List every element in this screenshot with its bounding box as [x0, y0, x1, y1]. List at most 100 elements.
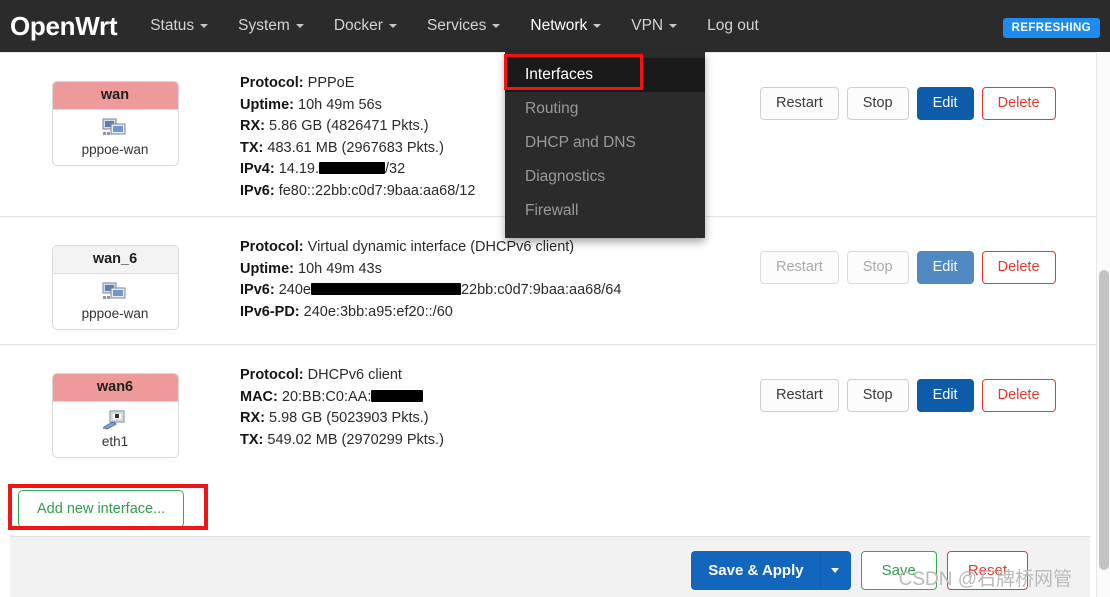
dropdown-item-firewall[interactable]: Firewall — [505, 194, 705, 228]
info-key: Protocol: — [240, 239, 304, 255]
scrollbar-thumb[interactable] — [1099, 270, 1109, 570]
info-key: IPv4: — [240, 161, 275, 177]
info-key: TX: — [240, 431, 264, 448]
info-rx: RX: 5.98 GB (5023903 Pkts.) — [240, 408, 760, 430]
chevron-down-icon — [200, 24, 209, 28]
interface-device-label: pppoe-wan — [81, 142, 149, 157]
interface-name: wan6 — [52, 374, 178, 402]
network-interface-icon — [102, 282, 126, 299]
stop-button[interactable]: Stop — [846, 251, 909, 284]
edit-button[interactable]: Edit — [916, 379, 974, 412]
info-key: Protocol: — [240, 75, 304, 91]
chevron-down-icon — [492, 24, 501, 28]
nav-item-system-label: System — [238, 17, 290, 34]
info-value: Virtual dynamic interface (DHCPv6 client… — [307, 239, 575, 255]
status-badge-refreshing[interactable]: REFRESHING — [1002, 18, 1100, 38]
edit-button[interactable]: Edit — [916, 87, 974, 120]
info-protocol: Protocol: Virtual dynamic interface (DHC… — [240, 237, 760, 259]
interface-badge-wan6[interactable]: wan6 eth1 — [51, 373, 179, 458]
info-value: 20:BB:C0:AA: — [281, 388, 372, 405]
nav-item-network[interactable]: Network — [515, 0, 617, 52]
info-value: 14.19. — [278, 161, 320, 177]
nav-item-status-label: Status — [150, 17, 195, 34]
save-button[interactable]: Save — [860, 551, 937, 590]
info-ipv6-pd: IPv6-PD: 240e:3bb:a95:ef20::/60 — [240, 302, 760, 324]
info-value-suffix: 22bb:c0d7:9baa:aa68/64 — [460, 282, 622, 298]
info-value: 240e — [278, 282, 311, 298]
add-new-interface-button[interactable]: Add new interface... — [18, 490, 185, 528]
info-key: Protocol: — [240, 367, 304, 383]
interface-badge-cell: wan_6 pppoe-wan — [0, 231, 230, 330]
chevron-down-icon — [295, 24, 304, 28]
nav-item-services-label: Services — [426, 17, 487, 34]
delete-button[interactable]: Delete — [981, 87, 1056, 120]
nav-item-docker[interactable]: Docker — [319, 0, 412, 52]
interface-name: wan — [52, 82, 178, 110]
nav-item-services[interactable]: Services — [412, 0, 515, 52]
info-value: 240e:3bb:a95:ef20::/60 — [303, 303, 453, 320]
info-value: 483.61 MB (2967683 Pkts.) — [267, 139, 444, 156]
edit-button[interactable]: Edit — [916, 251, 974, 284]
restart-button[interactable]: Restart — [760, 379, 839, 412]
interface-actions: Restart Stop Edit Delete — [760, 359, 1100, 412]
interface-info: Protocol: DHCPv6 client MAC: 20:BB:C0:AA… — [230, 359, 760, 451]
table-row: wan6 eth1 Protocol: DHCPv6 client MAC: 2… — [0, 344, 1100, 472]
info-mac: MAC: 20:BB:C0:AA: — [240, 387, 760, 409]
interface-badge-body: eth1 — [53, 402, 178, 457]
delete-button[interactable]: Delete — [981, 379, 1056, 412]
info-value: 5.86 GB (4826471 Pkts.) — [269, 118, 429, 134]
footer-buttons: Save & Apply Save Reset — [691, 551, 1028, 590]
interface-actions: Restart Stop Edit Delete — [760, 231, 1100, 284]
delete-button[interactable]: Delete — [981, 251, 1056, 284]
info-key: RX: — [240, 410, 265, 426]
save-and-apply-button[interactable]: Save & Apply — [691, 551, 821, 590]
info-key: TX: — [240, 139, 264, 156]
vertical-scrollbar[interactable] — [1096, 52, 1110, 597]
info-key: MAC: — [240, 388, 278, 405]
stop-button[interactable]: Stop — [846, 379, 909, 412]
interface-actions: Restart Stop Edit Delete — [760, 67, 1100, 120]
interface-name: wan_6 — [52, 246, 178, 274]
network-dropdown-menu: Interfaces Routing DHCP and DNS Diagnost… — [505, 52, 705, 238]
nav-item-system[interactable]: System — [223, 0, 319, 52]
stop-button[interactable]: Stop — [846, 87, 909, 120]
info-uptime: Uptime: 10h 49m 43s — [240, 259, 760, 281]
reset-button[interactable]: Reset — [946, 551, 1028, 590]
nav-item-docker-label: Docker — [333, 17, 383, 34]
nav-item-logout[interactable]: Log out — [692, 0, 774, 52]
interface-badge-wan-6[interactable]: wan_6 pppoe-wan — [51, 245, 179, 330]
info-tx: TX: 549.02 MB (2970299 Pkts.) — [240, 430, 760, 452]
interface-device-label: eth1 — [101, 434, 129, 449]
redaction-bar — [371, 389, 424, 402]
restart-button[interactable]: Restart — [760, 87, 839, 120]
interface-badge-wan[interactable]: wan pppoe-wan — [51, 81, 179, 166]
dropdown-item-routing[interactable]: Routing — [505, 92, 705, 126]
nav-item-vpn[interactable]: VPN — [616, 0, 692, 52]
nav-item-network-label: Network — [530, 17, 588, 34]
network-interface-icon — [102, 118, 126, 135]
chevron-down-icon — [593, 24, 602, 28]
info-key: IPv6: — [240, 282, 275, 298]
save-apply-dropdown-toggle[interactable] — [820, 551, 851, 590]
info-value: 5.98 GB (5023903 Pkts.) — [269, 410, 429, 426]
add-interface-area: Add new interface... — [0, 472, 1100, 530]
info-value-suffix: /32 — [385, 161, 406, 177]
ethernet-icon — [103, 410, 125, 430]
info-protocol: Protocol: DHCPv6 client — [240, 365, 760, 387]
nav-item-logout-label: Log out — [707, 17, 759, 34]
nav-item-status[interactable]: Status — [135, 0, 223, 52]
restart-button[interactable]: Restart — [760, 251, 839, 284]
top-navbar: OpenWrt Status System Docker Services Ne… — [0, 0, 1110, 52]
dropdown-item-dhcp-and-dns[interactable]: DHCP and DNS — [505, 126, 705, 160]
dropdown-item-interfaces[interactable]: Interfaces — [505, 58, 705, 92]
info-key: IPv6-PD: — [240, 303, 300, 320]
info-value: PPPoE — [307, 75, 355, 91]
chevron-down-icon — [388, 24, 397, 28]
info-key: RX: — [240, 118, 265, 134]
interface-badge-cell: wan pppoe-wan — [0, 67, 230, 166]
redaction-bar — [319, 162, 386, 174]
dropdown-item-diagnostics[interactable]: Diagnostics — [505, 160, 705, 194]
interface-badge-cell: wan6 eth1 — [0, 359, 230, 458]
info-value: fe80::22bb:c0d7:9baa:aa68/12 — [278, 182, 476, 199]
redaction-bar — [310, 283, 461, 295]
